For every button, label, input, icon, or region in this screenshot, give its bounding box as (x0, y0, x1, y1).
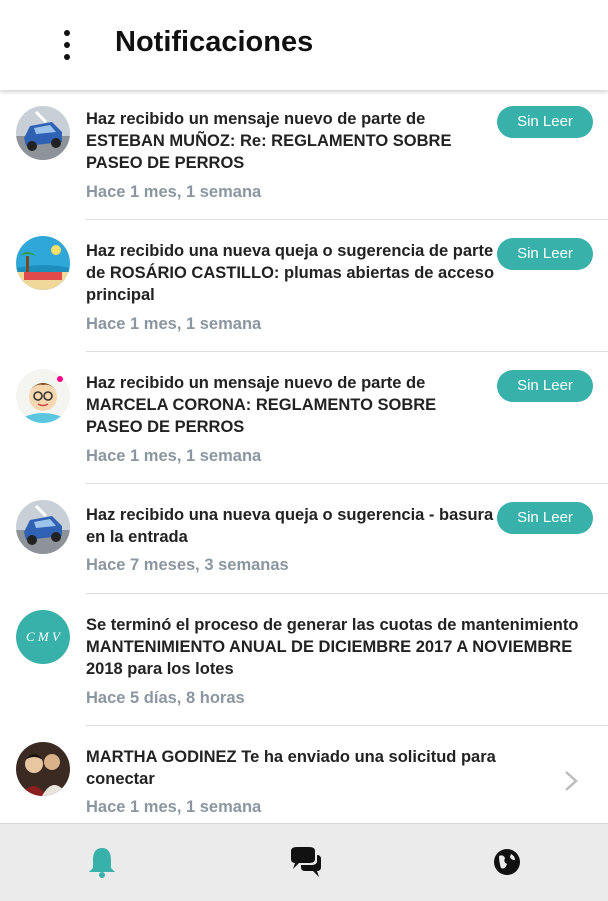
car-avatar (16, 106, 70, 160)
notification-time: Hace 7 meses, 3 semanas (86, 556, 289, 574)
unread-badge[interactable]: Sin Leer (497, 502, 593, 534)
unread-badge[interactable]: Sin Leer (497, 106, 593, 138)
initials-avatar: C M V (16, 610, 70, 664)
notification-text: Haz recibido una nueva queja o sugerenci… (86, 506, 494, 546)
divider (86, 725, 608, 726)
car-avatar (16, 500, 70, 554)
divider (86, 483, 608, 484)
unread-badge[interactable]: Sin Leer (497, 370, 593, 402)
chevron-right-icon[interactable] (562, 770, 580, 792)
notification-text: Haz recibido una nueva queja o sugerenci… (86, 242, 495, 304)
notification-item[interactable]: Haz recibido un mensaje nuevo de parte d… (0, 92, 608, 220)
page-title: Notificaciones (115, 26, 314, 58)
unread-badge[interactable]: Sin Leer (497, 238, 593, 270)
bottom-nav (0, 823, 608, 901)
notification-text: MARTHA GODINEZ Te ha enviado una solicit… (86, 748, 496, 788)
notification-time: Hace 1 mes, 1 semana (86, 315, 262, 333)
notification-time: Hace 5 días, 8 horas (86, 689, 245, 707)
notification-item[interactable]: Haz recibido una nueva queja o sugerenci… (0, 488, 608, 594)
app-header: Notificaciones (0, 0, 608, 90)
notification-text: Haz recibido un mensaje nuevo de parte d… (86, 374, 437, 436)
divider (86, 593, 608, 594)
divider (86, 219, 608, 220)
more-vert-icon[interactable] (50, 27, 84, 63)
photo-avatar (16, 742, 70, 796)
beach-avatar (16, 236, 70, 290)
chat-icon[interactable] (286, 842, 326, 882)
divider (86, 351, 608, 352)
notification-time: Hace 1 mes, 1 semana (86, 183, 262, 201)
notification-text: Haz recibido un mensaje nuevo de parte d… (86, 110, 452, 172)
bell-icon[interactable] (82, 842, 122, 882)
notification-text: Se terminó el proceso de generar las cuo… (86, 616, 579, 678)
notification-item[interactable]: Haz recibido un mensaje nuevo de parte d… (0, 356, 608, 484)
notification-time: Hace 1 mes, 1 semana (86, 447, 262, 465)
globe-icon[interactable] (487, 842, 527, 882)
notification-time: Hace 1 mes, 1 semana (86, 798, 262, 816)
notification-item[interactable]: Haz recibido una nueva queja o sugerenci… (0, 224, 608, 352)
notification-item[interactable]: MARTHA GODINEZ Te ha enviado una solicit… (0, 730, 608, 822)
avatar-initials: C M V (26, 629, 60, 644)
notification-item[interactable]: C M V Se terminó el proceso de generar l… (0, 598, 608, 726)
cartoon-avatar (16, 369, 70, 423)
